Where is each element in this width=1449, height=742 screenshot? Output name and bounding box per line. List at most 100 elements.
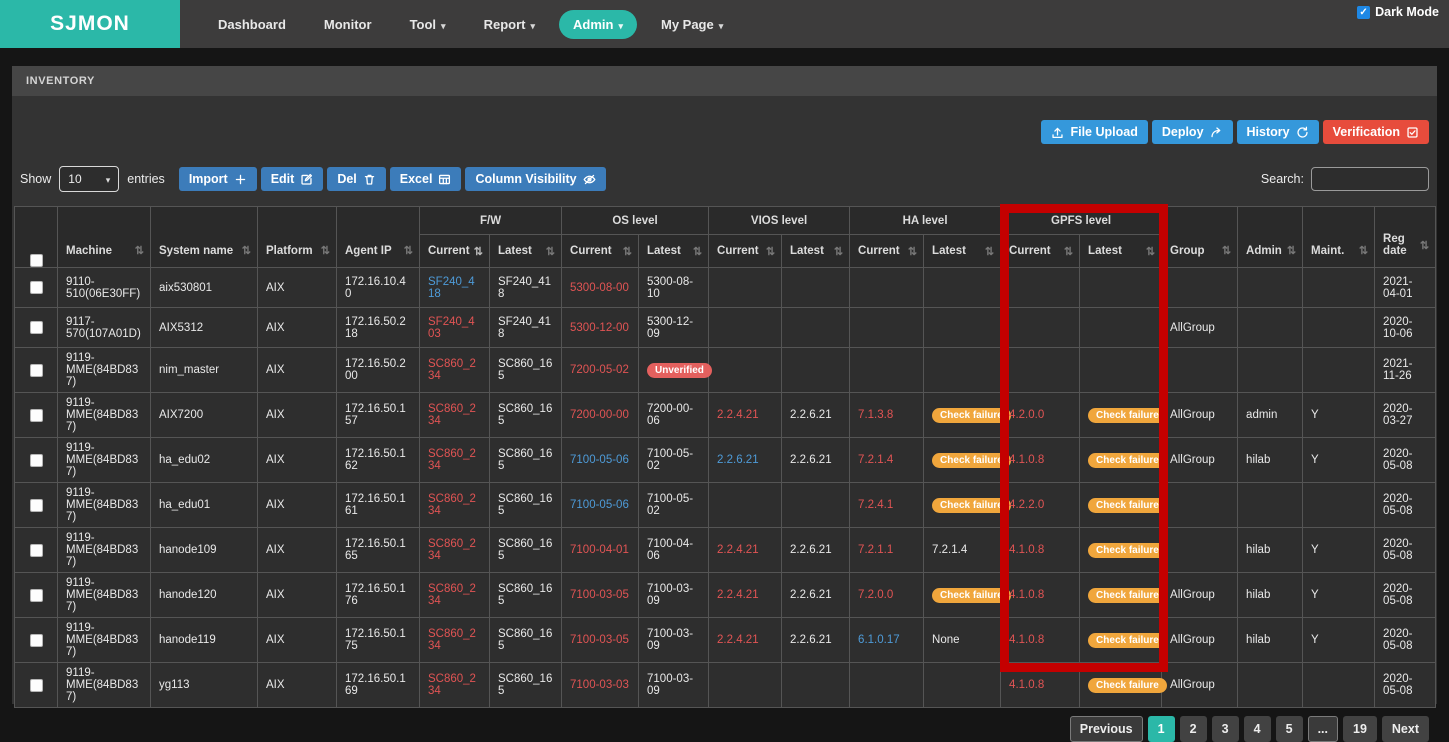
select-all-checkbox[interactable] bbox=[30, 254, 43, 267]
sort-icon[interactable] bbox=[546, 245, 555, 258]
cell-maint bbox=[1303, 483, 1375, 528]
del-button[interactable]: Del bbox=[327, 167, 385, 191]
row-checkbox[interactable] bbox=[30, 499, 43, 512]
sort-icon[interactable] bbox=[1146, 245, 1155, 258]
row-checkbox[interactable] bbox=[30, 454, 43, 467]
row-checkbox[interactable] bbox=[30, 544, 43, 557]
column-header-vios-current[interactable]: Current bbox=[709, 235, 782, 268]
level-value: 7200-00-06 bbox=[647, 403, 693, 427]
column-header-os-latest[interactable]: Latest bbox=[639, 235, 709, 268]
file-upload-button[interactable]: File Upload bbox=[1041, 120, 1147, 144]
row-checkbox[interactable] bbox=[30, 679, 43, 692]
row-checkbox[interactable] bbox=[30, 321, 43, 334]
column-header-system-name[interactable]: System name bbox=[151, 207, 258, 268]
check-failure-badge[interactable]: Check failure bbox=[1088, 678, 1167, 693]
sort-icon[interactable] bbox=[474, 245, 483, 258]
sort-icon[interactable] bbox=[404, 244, 413, 257]
column-header-platform[interactable]: Platform bbox=[258, 207, 337, 268]
column-header-gpfs-latest[interactable]: Latest bbox=[1080, 235, 1162, 268]
column-header-group[interactable]: Group bbox=[1162, 207, 1238, 268]
column-header-gpfs-current[interactable]: Current bbox=[1001, 235, 1080, 268]
cell-vios-latest: 2.2.6.21 bbox=[782, 393, 850, 438]
check-failure-badge[interactable]: Check failure bbox=[932, 498, 1011, 513]
level-value-outdated: 2.2.4.21 bbox=[717, 634, 759, 646]
cell-vios-current bbox=[709, 268, 782, 308]
level-value-link[interactable]: 6.1.0.17 bbox=[858, 634, 900, 646]
column-header-machine[interactable]: Machine bbox=[58, 207, 151, 268]
column-header-fw-current[interactable]: Current bbox=[420, 235, 490, 268]
column-header-agent-ip[interactable]: Agent IP bbox=[337, 207, 420, 268]
sort-icon[interactable] bbox=[1222, 244, 1231, 257]
column-header-os-current[interactable]: Current bbox=[562, 235, 639, 268]
level-value-link[interactable]: 7100-05-06 bbox=[570, 499, 629, 511]
nav-item-my-page[interactable]: My Page bbox=[647, 10, 737, 39]
sort-icon[interactable] bbox=[1287, 244, 1296, 257]
check-failure-badge[interactable]: Check failure bbox=[1088, 408, 1167, 423]
history-button[interactable]: History bbox=[1237, 120, 1319, 144]
sort-icon[interactable] bbox=[908, 245, 917, 258]
check-failure-badge[interactable]: Check failure bbox=[1088, 498, 1167, 513]
nav-item-dashboard[interactable]: Dashboard bbox=[204, 10, 300, 39]
nav-item-tool[interactable]: Tool bbox=[396, 10, 460, 39]
level-value-link[interactable]: SF240_418 bbox=[428, 276, 475, 300]
check-failure-badge[interactable]: Check failure bbox=[1088, 453, 1167, 468]
nav-item-admin[interactable]: Admin bbox=[559, 10, 637, 39]
edit-button[interactable]: Edit bbox=[261, 167, 324, 191]
column-header-ha-latest[interactable]: Latest bbox=[924, 235, 1001, 268]
page-button-1[interactable]: 1 bbox=[1148, 716, 1175, 742]
column-header-admin[interactable]: Admin bbox=[1238, 207, 1303, 268]
check-failure-badge[interactable]: Check failure bbox=[1088, 633, 1167, 648]
column-header-vios-latest[interactable]: Latest bbox=[782, 235, 850, 268]
row-checkbox[interactable] bbox=[30, 589, 43, 602]
check-failure-badge[interactable]: Check failure bbox=[1088, 543, 1167, 558]
nav-item-report[interactable]: Report bbox=[470, 10, 549, 39]
ellipsis-page-button[interactable]: ... bbox=[1308, 716, 1338, 742]
page-button-2[interactable]: 2 bbox=[1180, 716, 1207, 742]
sort-icon[interactable] bbox=[766, 245, 775, 258]
previous-page-button[interactable]: Previous bbox=[1070, 716, 1143, 742]
verification-button[interactable]: Verification bbox=[1323, 120, 1429, 144]
sort-icon[interactable] bbox=[321, 244, 330, 257]
row-checkbox[interactable] bbox=[30, 409, 43, 422]
level-value-link[interactable]: 2.2.6.21 bbox=[717, 454, 759, 466]
column-header-fw-latest[interactable]: Latest bbox=[490, 235, 562, 268]
search-input[interactable] bbox=[1311, 167, 1429, 191]
dark-mode-checkbox-icon[interactable] bbox=[1357, 6, 1370, 19]
page-button-5[interactable]: 5 bbox=[1276, 716, 1303, 742]
row-checkbox[interactable] bbox=[30, 281, 43, 294]
sort-icon[interactable] bbox=[1359, 244, 1368, 257]
nav-item-monitor[interactable]: Monitor bbox=[310, 10, 386, 39]
check-failure-badge[interactable]: Check failure bbox=[1088, 588, 1167, 603]
unverified-badge[interactable]: Unverified bbox=[647, 363, 712, 378]
column-visibility-button[interactable]: Column Visibility bbox=[465, 167, 605, 191]
sort-icon[interactable] bbox=[834, 245, 843, 258]
sort-icon[interactable] bbox=[242, 244, 251, 257]
sort-icon[interactable] bbox=[693, 245, 702, 258]
brand-logo[interactable]: SJMON bbox=[0, 0, 180, 48]
row-checkbox[interactable] bbox=[30, 364, 43, 377]
sort-icon[interactable] bbox=[623, 245, 632, 258]
next-page-button[interactable]: Next bbox=[1382, 716, 1429, 742]
check-failure-badge[interactable]: Check failure bbox=[932, 408, 1011, 423]
row-checkbox[interactable] bbox=[30, 634, 43, 647]
sort-icon[interactable] bbox=[1420, 239, 1429, 252]
sort-icon[interactable] bbox=[1064, 245, 1073, 258]
page-button-19[interactable]: 19 bbox=[1343, 716, 1377, 742]
page-button-3[interactable]: 3 bbox=[1212, 716, 1239, 742]
sort-icon[interactable] bbox=[985, 245, 994, 258]
excel-button[interactable]: Excel bbox=[390, 167, 462, 191]
import-button[interactable]: Import bbox=[179, 167, 257, 191]
column-header-ha-current[interactable]: Current bbox=[850, 235, 924, 268]
cell-ha-current: 7.2.1.1 bbox=[850, 528, 924, 573]
check-failure-badge[interactable]: Check failure bbox=[932, 588, 1011, 603]
page-button-4[interactable]: 4 bbox=[1244, 716, 1271, 742]
check-failure-badge[interactable]: Check failure bbox=[932, 453, 1011, 468]
deploy-button[interactable]: Deploy bbox=[1152, 120, 1233, 144]
level-value-link[interactable]: 7100-05-06 bbox=[570, 454, 629, 466]
column-header-reg-date[interactable]: Reg date bbox=[1375, 207, 1436, 268]
dark-mode-toggle[interactable]: Dark Mode bbox=[1357, 5, 1439, 19]
column-header-maint[interactable]: Maint. bbox=[1303, 207, 1375, 268]
sort-icon[interactable] bbox=[135, 244, 144, 257]
page-size-select[interactable]: 10 bbox=[59, 166, 119, 192]
cell-gpfs-latest: Check failure bbox=[1080, 573, 1162, 618]
